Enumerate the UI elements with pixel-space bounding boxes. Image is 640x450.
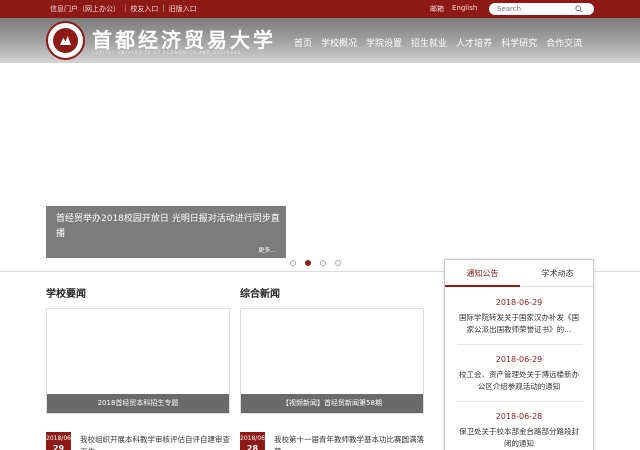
search-box[interactable] [489, 3, 594, 15]
english-link[interactable]: English [452, 4, 477, 14]
list-item[interactable]: 2018/06 28 我校第十一届青年教师教学基本功比赛圆满落幕 [240, 432, 424, 450]
banner-caption-title[interactable]: 首经贸举办2018校园开放日 光明日报对活动进行同步直播 [56, 212, 281, 242]
slider-dot-active[interactable] [305, 260, 311, 266]
notice-title[interactable]: 国际学院转发关于国家汉办补发《国家公派出国教师荣誉证书》的... [445, 312, 593, 336]
school-news-title[interactable]: 学校要闻 [46, 285, 86, 300]
old-version-link[interactable]: 旧版入口 [169, 4, 197, 14]
notice-panel: 通知公告 学术动态 2018-06-29 国际学院转发关于国家汉办补发《国家公派… [444, 259, 594, 450]
news-title[interactable]: 我校组织开展本科教学审核评估自评自建审查工作 [80, 434, 230, 450]
notice-date: 2018-06-29 [495, 298, 543, 307]
list-item[interactable]: 2018/06 29 我校组织开展本科教学审核评估自评自建审查工作 [46, 432, 230, 450]
notice-separator [457, 344, 583, 345]
site-header: 首都经济贸易大学 CAPITAL UNIVERSITY OF ECONOMICS… [0, 18, 640, 63]
tab-notices[interactable]: 通知公告 [445, 260, 520, 287]
date-badge: 2018/06 29 [46, 432, 71, 450]
slider-dot[interactable] [335, 260, 341, 266]
main-nav: 首页 学校概况 学院设置 招生就业 人才培养 科学研究 合作交流 [294, 36, 582, 49]
top-right-links: 邮箱 English [430, 4, 477, 14]
top-links: 信息门户（网上办公） | 校友入口 | 旧版入口 [50, 4, 197, 14]
general-news-card[interactable]: 【视频新闻】首经贸新闻第58期 [240, 308, 424, 414]
slider-dots [290, 260, 341, 266]
slider-dot[interactable] [320, 260, 326, 266]
notice-item[interactable]: 2018-06-29 校工会、资产管理处关于博远楼新办公区介绍参观活动的通知 [445, 354, 593, 393]
university-english-name: CAPITAL UNIVERSITY OF ECONOMICS AND BUSI… [92, 50, 242, 55]
notice-title[interactable]: 保卫处关于校本部金台路部分路段封闭的通知 [445, 426, 593, 450]
school-news-card-caption[interactable]: 2018首经贸本科招生专题 [47, 394, 229, 413]
slider-dot[interactable] [290, 260, 296, 266]
notice-tabs: 通知公告 学术动态 [445, 260, 593, 287]
nav-research[interactable]: 科学研究 [501, 36, 537, 49]
top-bar: 信息门户（网上办公） | 校友入口 | 旧版入口 邮箱 English [0, 0, 640, 18]
tab-academic[interactable]: 学术动态 [520, 260, 595, 287]
nav-cooperation[interactable]: 合作交流 [546, 36, 582, 49]
notice-date: 2018-06-29 [495, 355, 543, 364]
notice-separator [457, 401, 583, 402]
notice-title[interactable]: 校工会、资产管理处关于博远楼新办公区介绍参观活动的通知 [445, 369, 593, 393]
banner-caption[interactable]: 首经贸举办2018校园开放日 光明日报对活动进行同步直播 更多... [46, 206, 286, 258]
nav-admissions[interactable]: 招生就业 [411, 36, 447, 49]
general-news-card-caption[interactable]: 【视频新闻】首经贸新闻第58期 [241, 394, 423, 413]
search-icon[interactable] [575, 5, 583, 13]
portal-link[interactable]: 信息门户（网上办公） [50, 4, 120, 14]
notice-item[interactable]: 2018-06-28 保卫处关于校本部金台路部分路段封闭的通知 [445, 411, 593, 450]
university-name-logo[interactable]: 首都经济贸易大学 [92, 24, 276, 53]
alumni-link[interactable]: 校友入口 [130, 4, 158, 14]
top-separator: | [162, 4, 165, 12]
notice-item[interactable]: 2018-06-29 国际学院转发关于国家汉办补发《国家公派出国教师荣誉证书》的… [445, 297, 593, 336]
date-badge: 2018/06 28 [240, 432, 265, 450]
general-news-title[interactable]: 综合新闻 [240, 285, 280, 300]
nav-home[interactable]: 首页 [294, 36, 312, 49]
nav-about[interactable]: 学校概况 [321, 36, 357, 49]
mail-link[interactable]: 邮箱 [430, 4, 444, 14]
nav-colleges[interactable]: 学院设置 [366, 36, 402, 49]
university-seal-logo[interactable] [46, 21, 85, 60]
notice-date: 2018-06-28 [495, 412, 543, 421]
banner-more-link[interactable]: 更多... [258, 245, 276, 254]
news-title[interactable]: 我校第十一届青年教师教学基本功比赛圆满落幕 [274, 434, 424, 450]
search-input[interactable] [497, 4, 577, 14]
school-news-card[interactable]: 2018首经贸本科招生专题 [46, 308, 230, 414]
nav-education[interactable]: 人才培养 [456, 36, 492, 49]
top-separator: | [124, 4, 127, 12]
